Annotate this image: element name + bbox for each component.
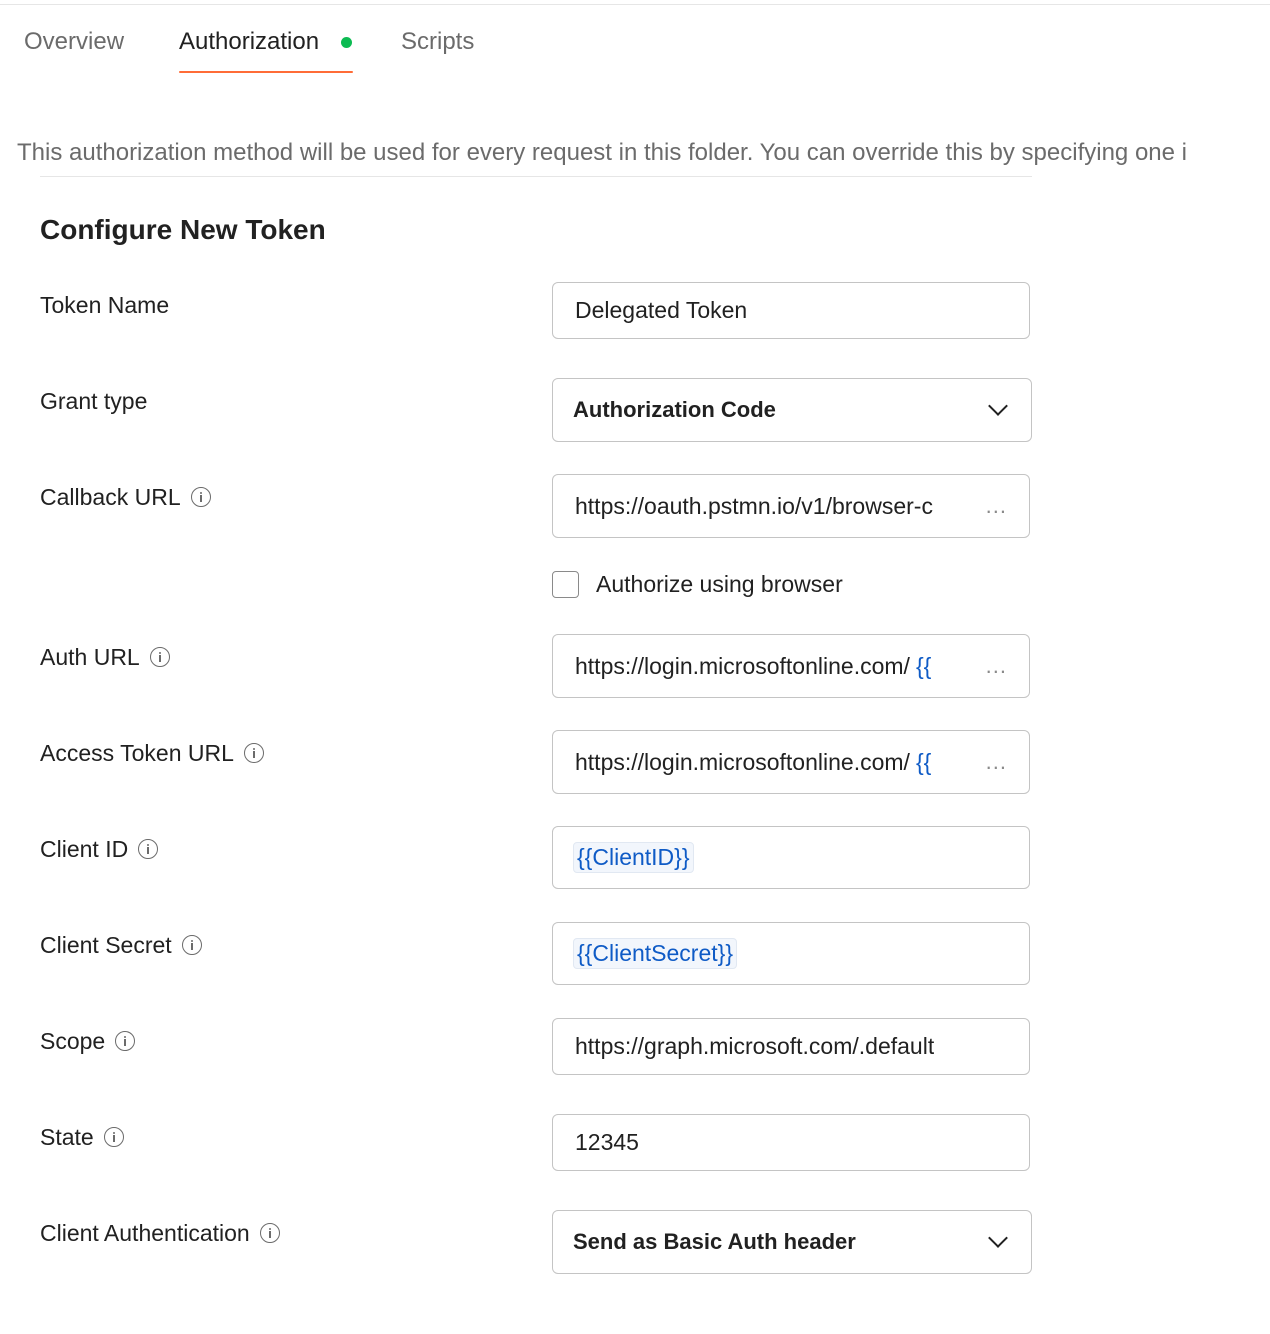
auth-url-label: Auth URL — [40, 642, 170, 672]
access-token-url-label: Access Token URL — [40, 738, 264, 768]
overflow-ellipsis: ... — [985, 653, 1007, 678]
status-dot — [341, 37, 352, 48]
info-icon[interactable] — [115, 1031, 136, 1051]
access-token-url-label-text: Access Token URL — [40, 740, 234, 766]
info-icon[interactable] — [138, 839, 159, 859]
info-icon[interactable] — [103, 1127, 124, 1147]
token-name-label-text: Token Name — [40, 292, 170, 318]
info-icon[interactable] — [149, 647, 170, 667]
auth-url-label-text: Auth URL — [40, 644, 140, 670]
info-icon[interactable] — [181, 935, 202, 955]
grant-type-label-text: Grant type — [40, 388, 148, 414]
authorize-browser-option[interactable]: Authorize using browser — [552, 571, 843, 598]
auth-url-input[interactable]: https://login.microsoftonline.com/ {{ ..… — [552, 634, 1030, 698]
scope-value: https://graph.microsoft.com/.default — [575, 1033, 935, 1059]
scope-input[interactable]: https://graph.microsoft.com/.default — [552, 1018, 1030, 1075]
active-tab-indicator — [179, 71, 353, 73]
info-icon[interactable] — [259, 1223, 280, 1243]
grant-type-value: Authorization Code — [573, 397, 776, 422]
state-label: State — [40, 1122, 124, 1152]
auth-url-value: https://login.microsoftonline.com/ — [575, 652, 910, 679]
info-icon[interactable] — [190, 487, 211, 507]
client-secret-input[interactable]: {{ClientSecret}} — [552, 922, 1030, 985]
client-id-label: Client ID — [40, 834, 159, 864]
client-authentication-value: Send as Basic Auth header — [573, 1229, 856, 1254]
token-name-label: Token Name — [40, 290, 169, 320]
callback-url-label-text: Callback URL — [40, 484, 181, 510]
overflow-ellipsis: ... — [985, 749, 1007, 774]
tab-scripts[interactable]: Scripts — [401, 26, 474, 58]
grant-type-label: Grant type — [40, 386, 147, 416]
authorize-browser-label: Authorize using browser — [596, 571, 843, 597]
client-secret-variable: {{ClientSecret}} — [573, 938, 738, 969]
tab-authorization[interactable]: Authorization — [179, 26, 319, 58]
scope-label: Scope — [40, 1026, 136, 1056]
authorize-browser-checkbox[interactable] — [552, 571, 579, 598]
grant-type-select[interactable]: Authorization Code — [552, 378, 1032, 442]
section-title: Configure New Token — [40, 214, 326, 245]
overflow-ellipsis: ... — [985, 493, 1007, 518]
callback-url-value: https://oauth.pstmn.io/v1/browser-c — [575, 492, 933, 519]
token-name-value: Delegated Token — [575, 297, 748, 323]
client-id-variable: {{ClientID}} — [573, 842, 694, 873]
folder-authorization-page: Overview Authorization Scripts This auth… — [0, 0, 1270, 1334]
token-name-input[interactable]: Delegated Token — [552, 282, 1030, 339]
divider — [40, 176, 1032, 177]
auth-description: This authorization method will be used f… — [17, 139, 1187, 166]
client-authentication-label-text: Client Authentication — [40, 1220, 250, 1246]
callback-url-label: Callback URL — [40, 482, 211, 512]
state-input[interactable]: 12345 — [552, 1114, 1030, 1171]
client-secret-label-text: Client Secret — [40, 932, 172, 958]
client-secret-label: Client Secret — [40, 930, 202, 960]
client-id-input[interactable]: {{ClientID}} — [552, 826, 1030, 889]
access-token-url-variable: {{ — [915, 748, 932, 775]
client-authentication-select[interactable]: Send as Basic Auth header — [552, 1210, 1032, 1274]
info-icon[interactable] — [243, 743, 264, 763]
access-token-url-value: https://login.microsoftonline.com/ — [575, 748, 910, 775]
state-value: 12345 — [575, 1129, 639, 1155]
callback-url-input[interactable]: https://oauth.pstmn.io/v1/browser-c ... — [552, 474, 1030, 538]
chevron-down-icon — [988, 396, 1008, 416]
chevron-down-icon — [988, 1228, 1008, 1248]
auth-url-variable: {{ — [915, 652, 932, 679]
tab-bar: Overview Authorization Scripts — [0, 0, 1270, 80]
client-authentication-label: Client Authentication — [40, 1218, 280, 1248]
state-label-text: State — [40, 1124, 94, 1150]
tab-overview[interactable]: Overview — [24, 26, 124, 58]
access-token-url-input[interactable]: https://login.microsoftonline.com/ {{ ..… — [552, 730, 1030, 794]
scope-label-text: Scope — [40, 1028, 106, 1054]
client-id-label-text: Client ID — [40, 836, 129, 862]
